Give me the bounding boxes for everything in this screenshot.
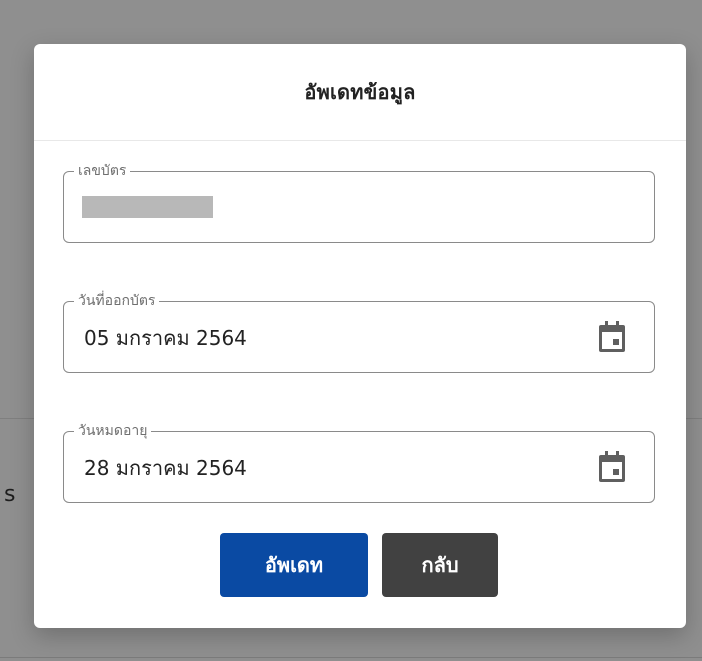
card-number-field[interactable]: เลขบัตร xyxy=(63,162,655,243)
expiry-date-label: วันหมดอายุ xyxy=(74,422,152,440)
dialog-actions: อัพเดท กลับ xyxy=(220,533,500,597)
expiry-date-value: 28 มกราคม 2564 xyxy=(84,456,247,480)
issue-date-field[interactable]: วันที่ออกบัตร 05 มกราคม 2564 xyxy=(63,292,655,373)
issue-date-value: 05 มกราคม 2564 xyxy=(84,326,247,350)
dialog-header: อัพเดทข้อมูล xyxy=(34,44,686,141)
background-edge-text: s xyxy=(4,482,16,507)
back-button[interactable]: กลับ xyxy=(382,533,498,597)
calendar-icon[interactable] xyxy=(597,320,627,354)
update-info-dialog: อัพเดทข้อมูล เลขบัตร วันที่ออกบัตร 05 มก… xyxy=(34,44,686,628)
card-number-redacted-value xyxy=(82,196,213,218)
update-button[interactable]: อัพเดท xyxy=(220,533,368,597)
issue-date-label: วันที่ออกบัตร xyxy=(74,292,160,310)
dialog-title: อัพเดทข้อมูล xyxy=(304,80,416,104)
expiry-date-field[interactable]: วันหมดอายุ 28 มกราคม 2564 xyxy=(63,422,655,503)
calendar-icon[interactable] xyxy=(597,450,627,484)
card-number-label: เลขบัตร xyxy=(74,162,131,180)
background-bottom-divider xyxy=(0,657,702,658)
